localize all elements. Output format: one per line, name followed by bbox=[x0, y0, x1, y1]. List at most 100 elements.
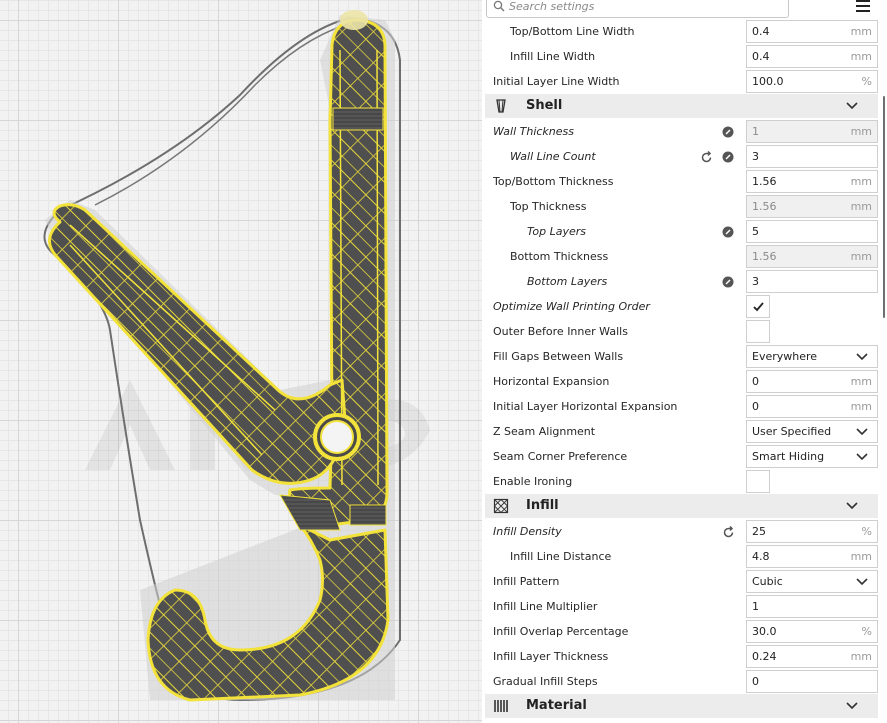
setting-label: Infill Line Distance bbox=[510, 550, 612, 563]
enable-ironing-checkbox[interactable] bbox=[746, 470, 770, 493]
search-bar bbox=[482, 0, 887, 20]
field-value: 0 bbox=[752, 375, 759, 388]
horizontal-expansion-input[interactable]: 0 mm bbox=[746, 370, 878, 393]
setting-enable-ironing: Enable Ironing bbox=[482, 469, 882, 494]
link-icon[interactable] bbox=[722, 151, 734, 163]
infill-line-distance-input[interactable]: 4.8 mm bbox=[746, 545, 878, 568]
category-material[interactable]: Material bbox=[485, 694, 878, 718]
setting-label: Initial Layer Line Width bbox=[493, 75, 620, 88]
search-field[interactable] bbox=[486, 0, 789, 18]
field-value: Smart Hiding bbox=[752, 450, 825, 463]
reset-icon[interactable] bbox=[722, 526, 735, 539]
field-value: 1.56 bbox=[752, 250, 777, 263]
setting-label: Infill Overlap Percentage bbox=[493, 625, 629, 638]
field-unit: % bbox=[861, 525, 872, 538]
field-unit: mm bbox=[850, 250, 872, 263]
setting-label: Top Layers bbox=[527, 225, 586, 238]
setting-wall-line-count: Wall Line Count 3 bbox=[482, 144, 882, 169]
link-icon[interactable] bbox=[722, 126, 734, 138]
seam-corner-preference-dropdown[interactable]: Smart Hiding bbox=[746, 445, 878, 468]
topbottom-thickness-input[interactable]: 1.56 mm bbox=[746, 170, 878, 193]
setting-infill-pattern: Infill Pattern Cubic bbox=[482, 569, 882, 594]
3d-viewport[interactable] bbox=[0, 0, 482, 723]
chevron-down-icon bbox=[846, 102, 858, 110]
infill-overlap-percentage-input[interactable]: 30.0 % bbox=[746, 620, 878, 643]
setting-label: Initial Layer Horizontal Expansion bbox=[493, 400, 678, 413]
field-value: 3 bbox=[752, 275, 759, 288]
menu-icon bbox=[856, 0, 870, 2]
setting-initial-layer-line-width: Initial Layer Line Width 100.0 % bbox=[482, 69, 882, 94]
initial-layer-line-width-input[interactable]: 100.0 % bbox=[746, 70, 878, 93]
field-unit: % bbox=[861, 625, 872, 638]
field-unit: mm bbox=[850, 650, 872, 663]
infill-pattern-dropdown[interactable]: Cubic bbox=[746, 570, 878, 593]
setting-topbottom-line-width: Top/Bottom Line Width 0.4 mm bbox=[482, 19, 882, 44]
top-knob bbox=[340, 10, 368, 30]
setting-infill-line-width: Infill Line Width 0.4 mm bbox=[482, 44, 882, 69]
field-unit: mm bbox=[850, 200, 872, 213]
category-infill[interactable]: Infill bbox=[485, 494, 878, 518]
category-title: Material bbox=[526, 698, 587, 713]
setting-label: Gradual Infill Steps bbox=[493, 675, 598, 688]
print-settings-panel: Top/Bottom Line Width 0.4 mm Infill Line… bbox=[482, 0, 887, 723]
optimize-wall-order-checkbox[interactable] bbox=[746, 295, 770, 318]
field-value: 5 bbox=[752, 225, 759, 238]
setting-initial-layer-horizontal-expansion: Initial Layer Horizontal Expansion 0 mm bbox=[482, 394, 882, 419]
setting-topbottom-thickness: Top/Bottom Thickness 1.56 mm bbox=[482, 169, 882, 194]
infill-line-width-input[interactable]: 0.4 mm bbox=[746, 45, 878, 68]
setting-horizontal-expansion: Horizontal Expansion 0 mm bbox=[482, 369, 882, 394]
wall-thickness-input[interactable]: 1 mm bbox=[746, 120, 878, 143]
chevron-down-icon bbox=[856, 453, 868, 461]
chevron-down-icon bbox=[856, 428, 868, 436]
link-icon[interactable] bbox=[722, 276, 734, 288]
setting-gradual-infill-steps: Gradual Infill Steps 0 bbox=[482, 669, 882, 694]
setting-label: Seam Corner Preference bbox=[493, 450, 628, 463]
panel-scrollbar[interactable] bbox=[883, 96, 885, 318]
wall-line-count-input[interactable]: 3 bbox=[746, 145, 878, 168]
field-value: 30.0 bbox=[752, 625, 777, 638]
reset-icon[interactable] bbox=[700, 151, 713, 164]
setting-label: Top Thickness bbox=[510, 200, 587, 213]
setting-top-thickness: Top Thickness 1.56 mm bbox=[482, 194, 882, 219]
bottom-thickness-input[interactable]: 1.56 mm bbox=[746, 245, 878, 268]
setting-outer-before-inner: Outer Before Inner Walls bbox=[482, 319, 882, 344]
top-layers-input[interactable]: 5 bbox=[746, 220, 878, 243]
setting-wall-thickness: Wall Thickness 1 mm bbox=[482, 119, 882, 144]
field-value: 1.56 bbox=[752, 175, 777, 188]
topbottom-line-width-input[interactable]: 0.4 mm bbox=[746, 20, 878, 43]
link-icon[interactable] bbox=[722, 226, 734, 238]
setting-optimize-wall-order: Optimize Wall Printing Order bbox=[482, 294, 882, 319]
setting-label: Fill Gaps Between Walls bbox=[493, 350, 624, 363]
z-seam-alignment-dropdown[interactable]: User Specified bbox=[746, 420, 878, 443]
category-title: Infill bbox=[526, 498, 559, 513]
chevron-down-icon bbox=[856, 353, 868, 361]
search-input[interactable] bbox=[509, 0, 779, 15]
field-value: 25 bbox=[752, 525, 766, 538]
bottom-layers-input[interactable]: 3 bbox=[746, 270, 878, 293]
setting-label: Infill Density bbox=[493, 525, 562, 538]
setting-z-seam-alignment: Z Seam Alignment User Specified bbox=[482, 419, 882, 444]
field-unit: mm bbox=[850, 175, 872, 188]
field-value: 0 bbox=[752, 400, 759, 413]
infill-line-multiplier-input[interactable]: 1 bbox=[746, 595, 878, 618]
shell-icon bbox=[496, 99, 506, 113]
field-value: 100.0 bbox=[752, 75, 784, 88]
field-unit: mm bbox=[850, 25, 872, 38]
setting-label: Bottom Layers bbox=[527, 275, 608, 288]
category-shell[interactable]: Shell bbox=[485, 94, 878, 118]
settings-menu-button[interactable] bbox=[854, 0, 872, 14]
fill-gaps-dropdown[interactable]: Everywhere bbox=[746, 345, 878, 368]
setting-label: Horizontal Expansion bbox=[493, 375, 610, 388]
gradual-infill-steps-input[interactable]: 0 bbox=[746, 670, 878, 693]
field-value: 0.4 bbox=[752, 50, 770, 63]
outer-before-inner-checkbox[interactable] bbox=[746, 320, 770, 343]
infill-density-input[interactable]: 25 % bbox=[746, 520, 878, 543]
field-value: Cubic bbox=[752, 575, 783, 588]
setting-infill-line-distance: Infill Line Distance 4.8 mm bbox=[482, 544, 882, 569]
top-thickness-input[interactable]: 1.56 mm bbox=[746, 195, 878, 218]
setting-infill-line-multiplier: Infill Line Multiplier 1 bbox=[482, 594, 882, 619]
infill-layer-thickness-input[interactable]: 0.24 mm bbox=[746, 645, 878, 668]
field-value: 4.8 bbox=[752, 550, 770, 563]
field-unit: mm bbox=[850, 375, 872, 388]
initial-layer-horizontal-expansion-input[interactable]: 0 mm bbox=[746, 395, 878, 418]
